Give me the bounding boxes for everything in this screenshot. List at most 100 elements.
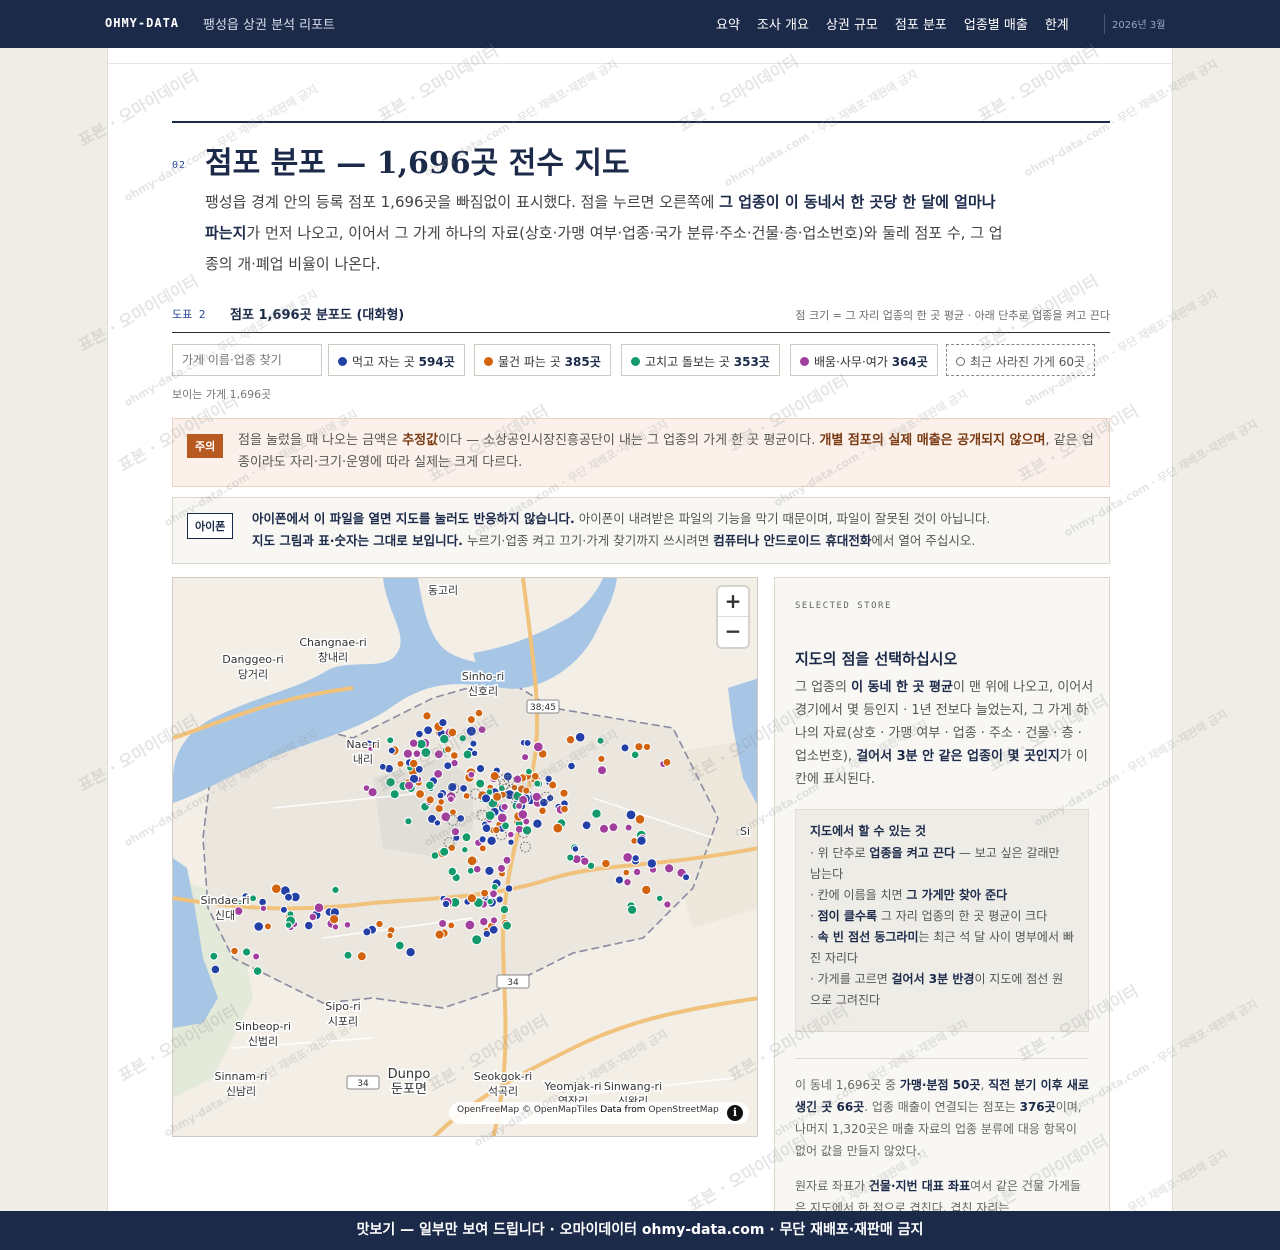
store-dot[interactable] (308, 912, 318, 922)
store-dot[interactable] (415, 789, 426, 799)
store-dot[interactable] (389, 789, 400, 800)
store-dot[interactable] (447, 921, 456, 930)
store-dot[interactable] (620, 743, 630, 753)
store-dot[interactable] (447, 727, 458, 738)
store-dot[interactable] (479, 916, 489, 927)
store-dot[interactable] (425, 795, 435, 805)
store-dot[interactable] (552, 822, 564, 834)
store-dot[interactable] (492, 791, 503, 802)
store-dot[interactable] (439, 733, 450, 745)
store-dot[interactable] (437, 798, 446, 806)
store-dot[interactable] (662, 757, 672, 767)
store-dot[interactable] (284, 921, 293, 929)
store-dot[interactable] (627, 904, 638, 915)
store-dot[interactable] (362, 927, 372, 937)
store-dot[interactable] (634, 742, 644, 752)
store-dot[interactable] (331, 885, 340, 894)
store-dot[interactable] (489, 889, 498, 899)
store-dot[interactable] (387, 746, 396, 755)
store-dot[interactable] (386, 931, 394, 940)
store-dot[interactable] (614, 875, 624, 885)
store-dot[interactable] (439, 846, 450, 857)
store-dot[interactable] (233, 906, 244, 916)
store-dot[interactable] (433, 819, 442, 827)
store-dot[interactable] (209, 951, 219, 961)
store-dot[interactable] (259, 904, 268, 913)
store-dot[interactable] (313, 902, 325, 914)
store-dot[interactable] (462, 749, 473, 760)
store-dot[interactable] (608, 822, 619, 833)
store-dot[interactable] (461, 846, 469, 854)
store-dot[interactable] (473, 864, 482, 874)
store-dot[interactable] (279, 905, 288, 914)
store-dot[interactable] (559, 788, 569, 798)
store-dot[interactable] (378, 762, 387, 771)
store-dot[interactable] (599, 823, 609, 834)
store-dot[interactable] (422, 711, 432, 721)
store-dot[interactable] (466, 893, 477, 904)
store-dot[interactable] (597, 754, 606, 763)
store-dot[interactable] (396, 759, 405, 768)
nav-link-scale[interactable]: 상권 규모 (826, 14, 878, 33)
chip-repair-care[interactable]: 고치고 돌보는 곳 353곳 (621, 344, 780, 376)
store-dot[interactable] (597, 765, 607, 776)
store-dot[interactable] (438, 718, 448, 728)
store-dot[interactable] (447, 795, 455, 804)
store-dot[interactable] (580, 856, 590, 866)
store-dot[interactable] (496, 812, 508, 824)
store-dot[interactable] (663, 900, 672, 909)
store-dot[interactable] (304, 920, 314, 931)
store-dot[interactable] (532, 741, 544, 753)
store-dot[interactable] (523, 739, 532, 747)
store-dot[interactable] (530, 771, 540, 781)
store-dot[interactable] (601, 858, 611, 869)
store-dot[interactable] (331, 923, 340, 931)
store-dot[interactable] (475, 778, 486, 789)
store-dot[interactable] (443, 761, 453, 771)
store-dot[interactable] (521, 825, 533, 836)
store-dot[interactable] (461, 832, 472, 843)
store-dot[interactable] (438, 919, 448, 928)
store-dot[interactable] (522, 786, 531, 795)
store-dot[interactable] (504, 884, 514, 893)
store-dot[interactable] (489, 916, 499, 925)
store-dot[interactable] (624, 823, 633, 832)
store-dot[interactable] (394, 940, 405, 951)
store-dot[interactable] (581, 820, 592, 831)
store-dot[interactable] (405, 947, 416, 958)
store-dot[interactable] (492, 825, 501, 835)
store-dot[interactable] (424, 780, 435, 791)
store-dot[interactable] (447, 866, 457, 877)
store-dot[interactable] (385, 777, 396, 788)
store-dot[interactable] (443, 745, 453, 754)
store-dot[interactable] (538, 806, 547, 816)
store-search-input[interactable] (172, 344, 322, 376)
store-dot[interactable] (567, 761, 576, 771)
store-dot[interactable] (436, 791, 445, 800)
store-dot[interactable] (634, 814, 646, 825)
store-dot[interactable] (450, 827, 460, 837)
store-dot[interactable] (356, 951, 367, 962)
nav-link-sales[interactable]: 업종별 매출 (964, 14, 1028, 33)
store-dot[interactable] (408, 738, 419, 748)
store-dot[interactable] (486, 897, 494, 906)
chip-education-office[interactable]: 배움·사무·여가 364곳 (790, 344, 938, 376)
store-dot[interactable] (474, 708, 484, 718)
nav-link-summary[interactable]: 요약 (716, 14, 740, 33)
store-dot[interactable] (507, 838, 515, 846)
store-dot[interactable] (430, 851, 440, 860)
store-dot[interactable] (402, 748, 413, 759)
store-dot[interactable] (343, 950, 353, 960)
store-dot[interactable] (414, 764, 424, 774)
store-dot[interactable] (404, 817, 413, 826)
store-dot[interactable] (466, 715, 476, 725)
store-dot[interactable] (475, 764, 486, 774)
store-dot[interactable] (462, 792, 471, 800)
store-dot[interactable] (343, 921, 352, 929)
store-dot[interactable] (459, 784, 469, 793)
zoom-out-button[interactable]: − (718, 617, 748, 647)
store-dot[interactable] (636, 835, 647, 846)
store-dot[interactable] (478, 835, 487, 844)
store-dot[interactable] (495, 895, 504, 904)
store-dot[interactable] (622, 868, 631, 877)
